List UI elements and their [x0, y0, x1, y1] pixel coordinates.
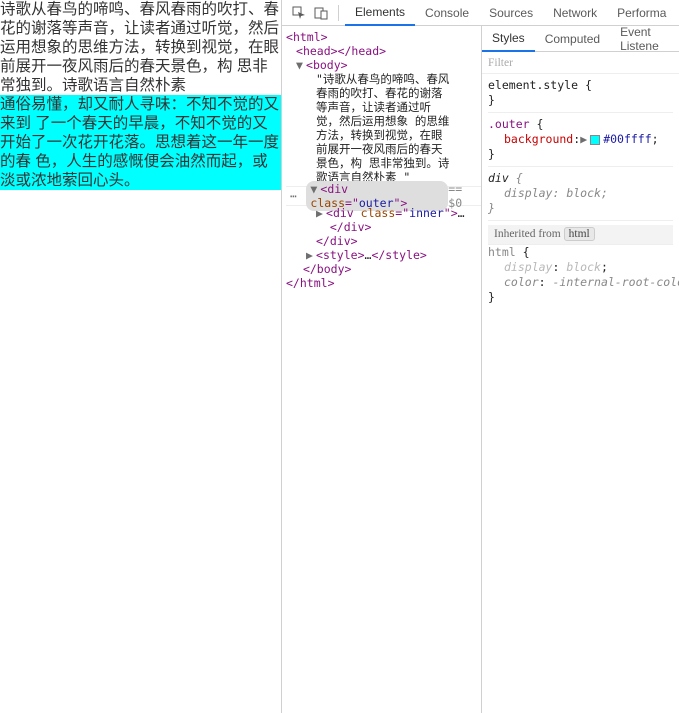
- tab-elements[interactable]: Elements: [345, 0, 415, 26]
- expand-body-icon[interactable]: ▼: [296, 58, 306, 72]
- devtools-toolbar: Elements Console Sources Network Perform…: [282, 0, 679, 26]
- tab-console[interactable]: Console: [415, 0, 479, 26]
- expand-shorthand-icon[interactable]: ▶: [580, 132, 590, 147]
- tab-sources[interactable]: Sources: [479, 0, 543, 26]
- styles-tab-computed[interactable]: Computed: [535, 26, 610, 52]
- expand-inner-icon[interactable]: ▶: [316, 206, 326, 220]
- devtools-panel: Elements Console Sources Network Perform…: [281, 0, 679, 713]
- rule-html-ua[interactable]: html { display: block; color: -internal-…: [488, 245, 673, 309]
- toolbar-separator: [338, 5, 339, 21]
- paragraph-1: 诗歌从春鸟的啼鸣、春风春雨的吹打、春花的谢落等声音，让读者通过听觉，然后运用想象…: [0, 0, 281, 95]
- color-swatch[interactable]: [590, 135, 600, 145]
- selected-crumb-row: ⋯ ▼<div class="outer"> == $0: [286, 186, 481, 206]
- paragraph-2-highlighted: 通俗易懂，却又耐人寻味：不知不觉的又来到 了一个春天的早晨，不知不觉的又开始了一…: [0, 95, 281, 190]
- tab-network[interactable]: Network: [543, 0, 607, 26]
- filter-placeholder: Filter: [488, 57, 513, 69]
- styles-tab-styles[interactable]: Styles: [482, 26, 535, 52]
- device-toggle-icon[interactable]: [310, 2, 332, 24]
- tab-performance[interactable]: Performa: [607, 0, 676, 26]
- rendered-page: 诗歌从春鸟的啼鸣、春风春雨的吹打、春花的谢落等声音，让读者通过听觉，然后运用想象…: [0, 0, 281, 713]
- devtools-body: <html> <head></head> ▼<body> "诗歌从春鸟的啼鸣、春…: [282, 26, 679, 713]
- rule-outer[interactable]: .outer { background:▶#00ffff; }: [488, 117, 673, 167]
- styles-tab-event[interactable]: Event Listene: [610, 26, 679, 52]
- rule-element-style[interactable]: element.style {}: [488, 78, 673, 113]
- inherited-chip[interactable]: html: [564, 227, 595, 241]
- rule-div-ua[interactable]: div { display: block; }: [488, 171, 673, 221]
- inspect-icon[interactable]: [288, 2, 310, 24]
- styles-tabs: Styles Computed Event Listene: [482, 26, 679, 52]
- css-rules: element.style {} .outer { background:▶#0…: [482, 74, 679, 317]
- styles-panel: Styles Computed Event Listene Filter ele…: [482, 26, 679, 713]
- inherited-from-row: Inherited from html: [488, 225, 673, 245]
- styles-filter[interactable]: Filter: [482, 52, 679, 74]
- elements-tree[interactable]: <html> <head></head> ▼<body> "诗歌从春鸟的啼鸣、春…: [282, 26, 482, 713]
- expand-style-icon[interactable]: ▶: [306, 248, 316, 262]
- text-node[interactable]: "诗歌从春鸟的啼鸣、春风春雨的吹打、春花的谢落等声音，让读者通过听觉，然后运用想…: [286, 72, 451, 184]
- expand-outer-icon[interactable]: ▼: [310, 182, 320, 196]
